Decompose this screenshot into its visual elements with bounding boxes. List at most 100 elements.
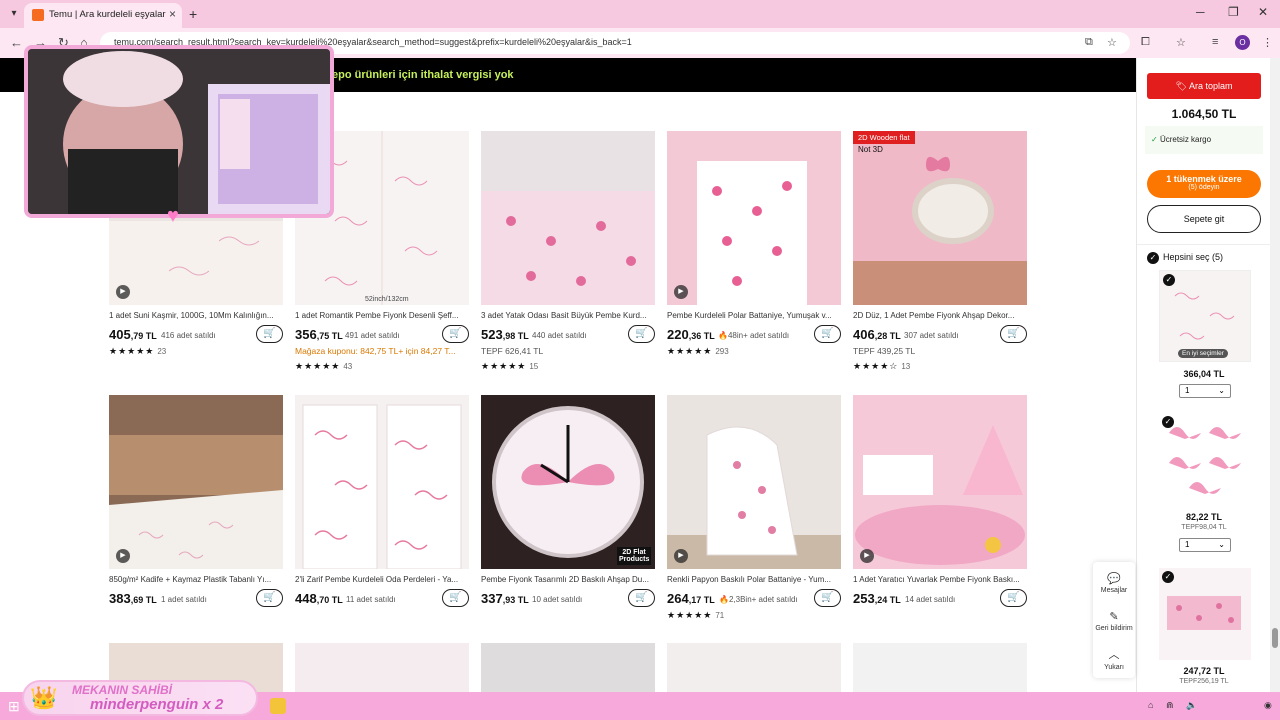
product-image[interactable]: ▶ [667, 131, 841, 305]
sold-count: 307 adet satıldı [904, 331, 959, 340]
item-checkbox-icon[interactable]: ✓ [1162, 416, 1174, 428]
messages-button[interactable]: 💬 Mesajlar [1093, 572, 1135, 594]
rating-stars: ★★★★★ 43 [295, 361, 353, 371]
product-image[interactable]: ▶ [667, 395, 841, 569]
product-name[interactable]: 850g/m² Kadife + Kaymaz Plastik Tabanlı … [109, 575, 283, 584]
product-price: 405,79 TL [109, 327, 157, 342]
video-play-icon[interactable]: ▶ [860, 549, 874, 563]
product-image[interactable]: ▶ [109, 395, 283, 569]
item-checkbox-icon[interactable]: ✓ [1163, 274, 1175, 286]
windows-start-icon[interactable]: ⊞ [8, 698, 20, 715]
video-play-icon[interactable]: ▶ [116, 285, 130, 299]
sold-count: 440 adet satıldı [532, 331, 587, 340]
product-name[interactable]: 1 adet Romantik Pembe Fiyonk Desenli Şef… [295, 311, 469, 320]
add-to-cart-icon[interactable]: 🛒 [256, 589, 283, 607]
checkout-button[interactable]: 1 tükenmek üzere (5) ödeyin [1147, 170, 1261, 198]
cart-item-image[interactable]: ✓ En iyi seçimler [1159, 270, 1251, 362]
video-play-icon[interactable]: ▶ [674, 549, 688, 563]
app-icon[interactable] [270, 698, 286, 714]
chevron-down-icon: ⌄ [1218, 540, 1225, 549]
product-name[interactable]: 3 adet Yatak Odası Basit Büyük Pembe Kur… [481, 311, 655, 320]
best-choice-badge: En iyi seçimler [1178, 349, 1228, 358]
add-to-cart-icon[interactable]: 🛒 [814, 325, 841, 343]
product-image[interactable]: 2D Flat Products [481, 395, 655, 569]
rating-stars: ★★★★★ 71 [667, 610, 725, 620]
new-tab-icon[interactable]: + [189, 6, 197, 22]
notification-icon[interactable]: ◉ [1264, 700, 1272, 711]
page-scrollbar[interactable] [1270, 58, 1280, 692]
sold-count: 14 adet satıldı [905, 595, 956, 604]
select-all-checkbox[interactable]: ✓ Hepsini seç (5) [1147, 252, 1223, 264]
product-name[interactable]: 1 adet Suni Kaşmir, 1000G, 10Mm Kalınlığ… [109, 311, 283, 320]
product-image[interactable] [667, 643, 841, 692]
sold-count: 🔥48in+ adet satıldı [718, 331, 790, 340]
product-image[interactable] [481, 643, 655, 692]
product-image[interactable]: ▶ [853, 395, 1027, 569]
maximize-icon[interactable]: ❐ [1228, 5, 1239, 19]
video-play-icon[interactable]: ▶ [674, 285, 688, 299]
add-to-cart-icon[interactable]: 🛒 [628, 325, 655, 343]
scrollbar-thumb[interactable] [1272, 628, 1278, 648]
add-to-cart-icon[interactable]: 🛒 [814, 589, 841, 607]
add-to-cart-icon[interactable]: 🛒 [1000, 589, 1027, 607]
product-image[interactable] [481, 131, 655, 305]
extensions-icon[interactable]: ⧠ [1141, 36, 1150, 49]
product-price: 220,36 TL [667, 327, 715, 342]
add-to-cart-icon[interactable]: 🛒 [442, 325, 469, 343]
product-name[interactable]: Renkli Papyon Baskılı Polar Battaniye - … [667, 575, 841, 584]
product-name[interactable]: 1 Adet Yaratıcı Yuvarlak Pembe Fiyonk Ba… [853, 575, 1027, 584]
tab-search-icon[interactable]: ▾ [6, 6, 22, 22]
close-window-icon[interactable]: ✕ [1258, 5, 1268, 19]
product-image[interactable]: 2D Wooden flat Not 3D [853, 131, 1027, 305]
product-price: 383,69 TL [109, 591, 157, 606]
item-checkbox-icon[interactable]: ✓ [1162, 571, 1174, 583]
media-icon[interactable]: ≡ [1212, 36, 1218, 48]
cart-item-image[interactable]: ✓ [1159, 568, 1251, 660]
product-image[interactable] [295, 643, 469, 692]
product-image[interactable] [295, 395, 469, 569]
wifi-icon[interactable]: ⋒ [1166, 700, 1174, 711]
install-app-icon[interactable]: ⧉ [1085, 36, 1093, 49]
go-to-cart-button[interactable]: Sepete git [1147, 205, 1261, 233]
add-to-cart-icon[interactable]: 🛒 [442, 589, 469, 607]
checkout-sub: (5) ödeyin [1188, 184, 1220, 191]
bookmark-star-icon[interactable]: ☆ [1107, 36, 1117, 49]
close-tab-icon[interactable]: × [169, 7, 176, 21]
rating-stars: ★★★★★ 15 [481, 361, 539, 371]
minimize-icon[interactable]: ─ [1196, 5, 1205, 19]
volume-icon[interactable]: 🔈 [1186, 700, 1197, 711]
free-shipping-label: Ücretsiz kargo [1159, 135, 1212, 144]
heart-icon: ♥ [167, 205, 179, 227]
select-all-label: Hepsini seç (5) [1163, 252, 1224, 262]
profile-avatar[interactable]: O [1235, 35, 1250, 50]
browser-tab[interactable]: Temu | Ara kurdeleli eşyalar × [24, 3, 182, 28]
product-price: 523,98 TL [481, 327, 529, 342]
cart-item-price: 366,04 TL [1183, 369, 1225, 379]
back-to-top-button[interactable]: ︿ Yukarı [1093, 646, 1135, 671]
product-price: 356,75 TL [295, 327, 343, 342]
favorites-icon[interactable]: ☆ [1176, 36, 1186, 49]
sold-count: 416 adet satıldı [161, 331, 216, 340]
add-to-cart-icon[interactable]: 🛒 [256, 325, 283, 343]
sold-count: 11 adet satıldı [346, 595, 396, 604]
menu-icon[interactable]: ⋮ [1262, 36, 1273, 49]
product-name[interactable]: Pembe Kurdeleli Polar Battaniye, Yumuşak… [667, 311, 841, 320]
add-to-cart-icon[interactable]: 🛒 [1000, 325, 1027, 343]
add-to-cart-icon[interactable]: 🛒 [628, 589, 655, 607]
cart-item-image[interactable]: ✓ [1159, 413, 1251, 505]
store-coupon: Mağaza kuponu: 842,75 TL+ için 84,27 T..… [295, 346, 456, 356]
product-name[interactable]: Pembe Fiyonk Tasarımlı 2D Baskılı Ahşap … [481, 575, 655, 584]
tab-title: Temu | Ara kurdeleli eşyalar [49, 9, 166, 20]
product-image[interactable] [853, 643, 1027, 692]
checkbox-checked-icon: ✓ [1147, 252, 1159, 264]
cart-item-price: 247,72 TL [1183, 666, 1225, 676]
sold-count: 1 adet satıldı [161, 595, 207, 604]
product-name[interactable]: 2'li Zarif Pembe Kurdeleli Oda Perdeleri… [295, 575, 469, 584]
video-play-icon[interactable]: ▶ [116, 549, 130, 563]
feedback-button[interactable]: ✎ Geri bildirim [1093, 610, 1135, 632]
network-icon[interactable]: ⌂ [1148, 700, 1153, 710]
quantity-select[interactable]: 1 ⌄ [1179, 384, 1231, 398]
quantity-select[interactable]: 1 ⌄ [1179, 538, 1231, 552]
product-name[interactable]: 2D Düz, 1 Adet Pembe Fiyonk Ahşap Dekor.… [853, 311, 1027, 320]
back-icon[interactable]: ← [10, 35, 23, 50]
